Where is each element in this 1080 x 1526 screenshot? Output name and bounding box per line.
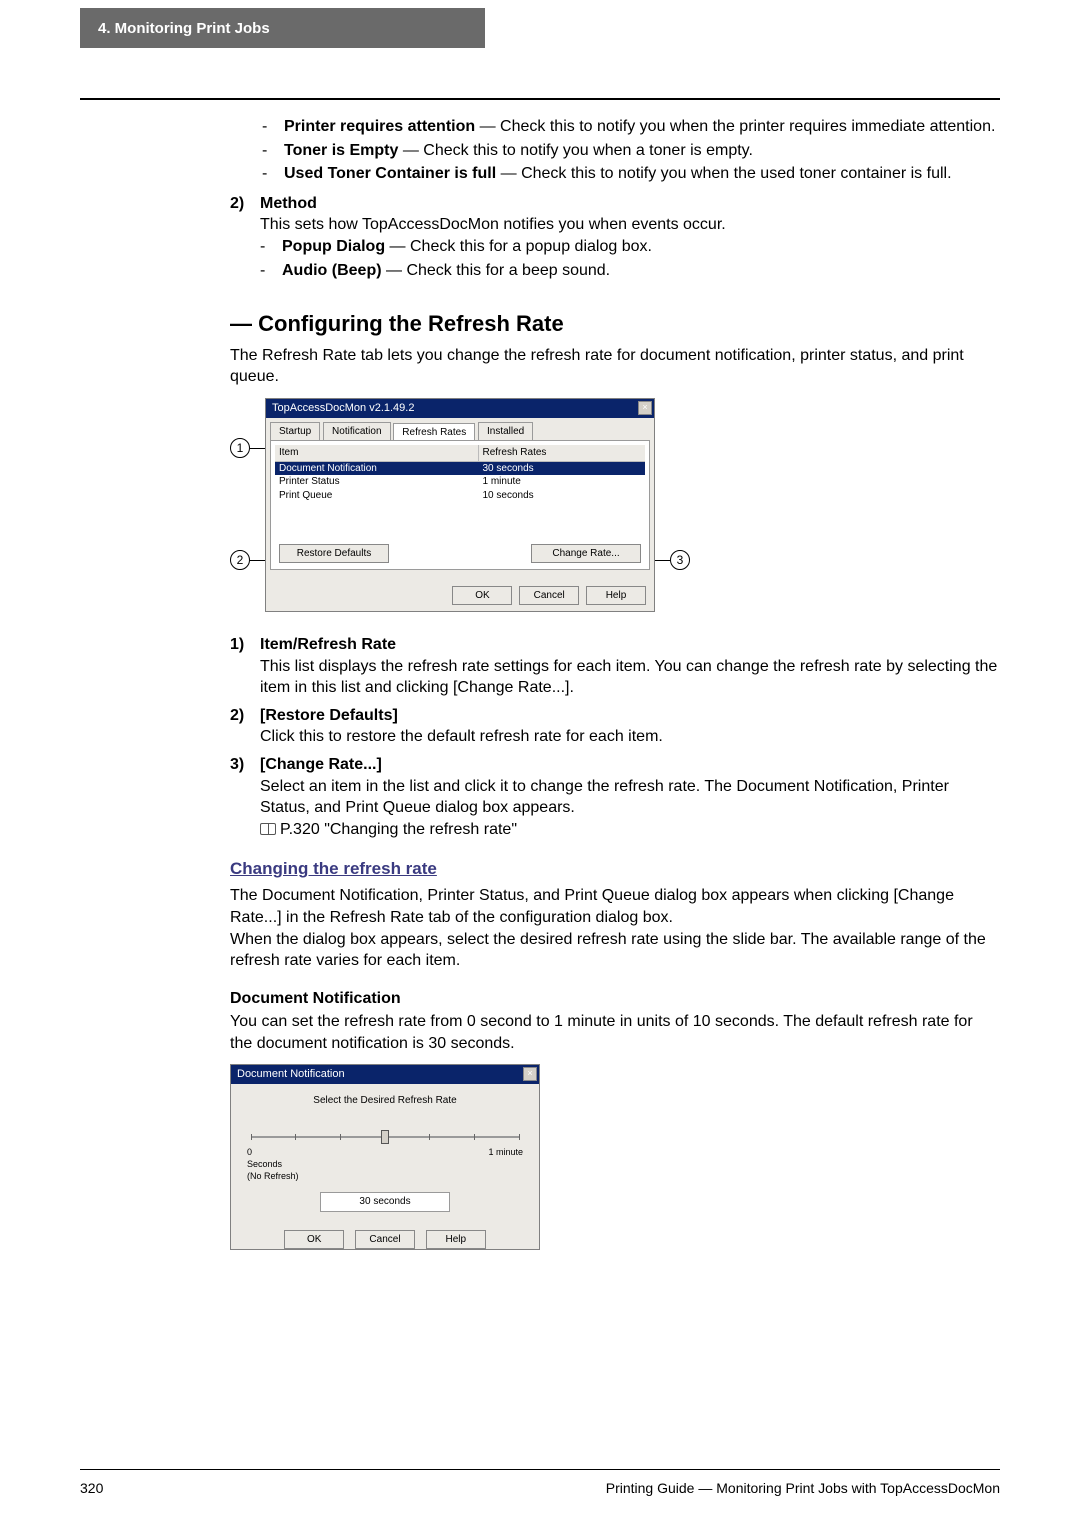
tab-refresh-rates[interactable]: Refresh Rates <box>393 423 475 442</box>
item-title: Item/Refresh Rate <box>260 636 396 653</box>
ok-button[interactable]: OK <box>284 1230 344 1250</box>
item-title: [Restore Defaults] <box>260 707 398 724</box>
cell: 10 seconds <box>479 489 646 503</box>
table-row[interactable]: Printer Status1 minute <box>275 475 645 489</box>
method-item-label: Popup Dialog <box>282 238 385 255</box>
dialog-title: Document Notification <box>237 1068 345 1080</box>
restore-defaults-button[interactable]: Restore Defaults <box>279 544 389 564</box>
event-desc: — Check this to notify you when a toner … <box>398 142 753 159</box>
paragraph: You can set the refresh rate from 0 seco… <box>230 1011 998 1054</box>
slider-max: 1 minute <box>488 1146 523 1182</box>
subheading: Changing the refresh rate <box>230 858 998 881</box>
dash: - <box>260 260 282 282</box>
footer-text: Printing Guide — Monitoring Print Jobs w… <box>606 1480 1000 1496</box>
refresh-rate-slider[interactable] <box>251 1132 519 1142</box>
item-number: 1) <box>230 634 260 656</box>
callout-1: 1 <box>230 438 250 458</box>
paragraph: When the dialog box appears, select the … <box>230 929 998 972</box>
table-row[interactable]: Document Notification30 seconds <box>275 462 645 476</box>
tab-notification[interactable]: Notification <box>323 422 390 441</box>
dash: - <box>262 116 284 138</box>
item-title: [Change Rate...] <box>260 756 382 773</box>
col-item[interactable]: Item <box>275 445 479 461</box>
dialog-titlebar[interactable]: TopAccessDocMon v2.1.49.2 × <box>266 399 654 418</box>
event-label: Used Toner Container is full <box>284 165 496 182</box>
refresh-rates-dialog: TopAccessDocMon v2.1.49.2 × Startup Noti… <box>265 398 655 612</box>
cell: 1 minute <box>479 475 646 489</box>
method-title: Method <box>260 195 317 212</box>
slider-value: 30 seconds <box>320 1192 450 1212</box>
col-rate[interactable]: Refresh Rates <box>479 445 646 461</box>
dash: - <box>260 236 282 258</box>
event-label: Printer requires attention <box>284 118 475 135</box>
method-item-label: Audio (Beep) <box>282 262 382 279</box>
page-ref: P.320 "Changing the refresh rate" <box>280 821 517 838</box>
cell: Print Queue <box>275 489 479 503</box>
item-number: 2) <box>230 705 260 727</box>
tab-installed[interactable]: Installed <box>478 422 533 441</box>
header-rule <box>80 98 1000 100</box>
paragraph: The Document Notification, Printer Statu… <box>230 885 998 928</box>
help-button[interactable]: Help <box>426 1230 486 1250</box>
cell: Document Notification <box>275 462 479 476</box>
change-rate-button[interactable]: Change Rate... <box>531 544 641 564</box>
slider-thumb[interactable] <box>381 1130 389 1144</box>
section-heading: — Configuring the Refresh Rate <box>230 309 998 339</box>
chapter-tab: 4. Monitoring Print Jobs <box>80 8 485 48</box>
close-icon[interactable]: × <box>523 1067 537 1081</box>
cell: 30 seconds <box>479 462 646 476</box>
item-number: 3) <box>230 754 260 776</box>
callout-3: 3 <box>670 550 690 570</box>
ok-button[interactable]: OK <box>452 586 512 606</box>
footer-rule <box>80 1469 1000 1470</box>
callout-2: 2 <box>230 550 250 570</box>
cell: Printer Status <box>275 475 479 489</box>
tab-startup[interactable]: Startup <box>270 422 320 441</box>
dialog-titlebar[interactable]: Document Notification × <box>231 1065 539 1084</box>
item-body: Click this to restore the default refres… <box>260 726 998 748</box>
method-item-desc: — Check this for a beep sound. <box>382 262 611 279</box>
subheading: Document Notification <box>230 988 998 1010</box>
slider-label: Select the Desired Refresh Rate <box>231 1094 539 1108</box>
method-item-desc: — Check this for a popup dialog box. <box>385 238 652 255</box>
page-body: -Printer requires attention — Check this… <box>230 116 998 1254</box>
help-button[interactable]: Help <box>586 586 646 606</box>
item-body: This list displays the refresh rate sett… <box>260 656 998 699</box>
event-label: Toner is Empty <box>284 142 398 159</box>
event-desc: — Check this to notify you when the used… <box>496 165 951 182</box>
page-number: 320 <box>80 1480 103 1496</box>
dash: - <box>262 163 284 185</box>
cancel-button[interactable]: Cancel <box>519 586 579 606</box>
cancel-button[interactable]: Cancel <box>355 1230 415 1250</box>
document-notification-dialog: Document Notification × Select the Desir… <box>230 1064 540 1250</box>
item-body: Select an item in the list and click it … <box>260 776 998 819</box>
method-desc: This sets how TopAccessDocMon notifies y… <box>260 214 998 236</box>
event-desc: — Check this to notify you when the prin… <box>475 118 995 135</box>
event-list: -Printer requires attention — Check this… <box>262 116 998 185</box>
item-number: 2) <box>230 193 260 215</box>
dialog-title: TopAccessDocMon v2.1.49.2 <box>272 402 414 414</box>
slider-min: 0 Seconds (No Refresh) <box>247 1146 299 1182</box>
dash: - <box>262 140 284 162</box>
table-row[interactable]: Print Queue10 seconds <box>275 489 645 503</box>
book-icon <box>260 823 276 835</box>
section-intro: The Refresh Rate tab lets you change the… <box>230 345 998 388</box>
close-icon[interactable]: × <box>638 401 652 415</box>
